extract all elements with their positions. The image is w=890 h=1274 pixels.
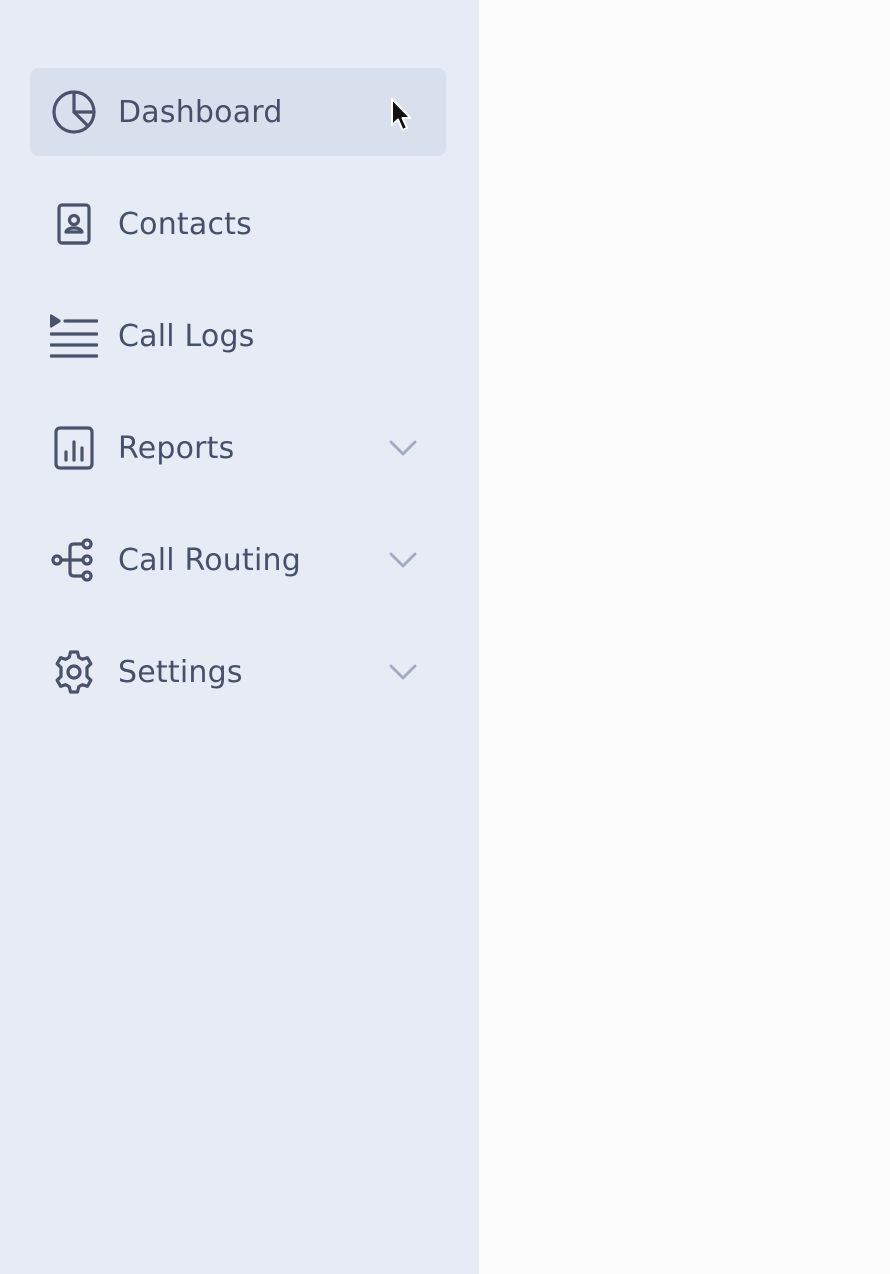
gear-icon bbox=[50, 648, 98, 696]
sidebar-item-label: Call Logs bbox=[118, 318, 255, 354]
sidebar-item-label: Call Routing bbox=[118, 542, 301, 578]
routing-tree-icon bbox=[50, 536, 98, 584]
sidebar-item-settings[interactable]: Settings bbox=[30, 628, 446, 716]
sidebar: Dashboard Contacts Call Logs Reports Cal… bbox=[0, 0, 479, 1274]
bar-chart-document-icon bbox=[50, 424, 98, 472]
sidebar-item-reports[interactable]: Reports bbox=[30, 404, 446, 492]
pie-chart-icon bbox=[50, 88, 98, 136]
sidebar-item-call-logs[interactable]: Call Logs bbox=[30, 292, 446, 380]
sidebar-item-label: Dashboard bbox=[118, 94, 283, 130]
chevron-down-icon[interactable] bbox=[386, 431, 420, 465]
sidebar-item-label: Contacts bbox=[118, 206, 252, 242]
sidebar-item-contacts[interactable]: Contacts bbox=[30, 180, 446, 268]
sidebar-nav: Dashboard Contacts Call Logs Reports Cal… bbox=[0, 68, 479, 716]
mouse-pointer-icon bbox=[389, 97, 415, 133]
contact-book-icon bbox=[50, 200, 98, 248]
sidebar-item-label: Reports bbox=[118, 430, 235, 466]
sidebar-item-call-routing[interactable]: Call Routing bbox=[30, 516, 446, 604]
chevron-down-icon[interactable] bbox=[386, 655, 420, 689]
sidebar-item-label: Settings bbox=[118, 654, 243, 690]
list-play-icon bbox=[50, 312, 98, 360]
main-content bbox=[479, 0, 890, 1274]
sidebar-item-dashboard[interactable]: Dashboard bbox=[30, 68, 446, 156]
chevron-down-icon[interactable] bbox=[386, 543, 420, 577]
app-window: Dashboard Contacts Call Logs Reports Cal… bbox=[0, 0, 890, 1274]
